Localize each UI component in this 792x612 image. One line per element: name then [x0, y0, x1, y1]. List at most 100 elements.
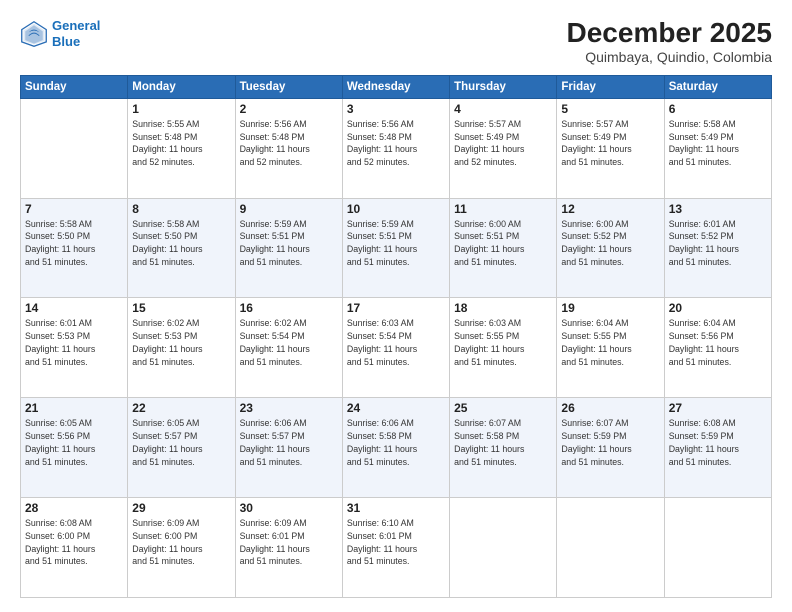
table-cell: 17Sunrise: 6:03 AMSunset: 5:54 PMDayligh… — [342, 298, 449, 398]
day-number: 16 — [240, 301, 338, 315]
cell-info: Sunrise: 6:01 AMSunset: 5:53 PMDaylight:… — [25, 317, 123, 368]
table-cell: 14 Sunrise: 6:01 AMSunset: 5:53 PMDayligh… — [21, 298, 128, 398]
table-cell — [21, 98, 128, 198]
day-number: 31 — [347, 501, 445, 515]
day-number: 8 — [132, 202, 230, 216]
page: General Blue December 2025 Quimbaya, Qui… — [0, 0, 792, 612]
day-number: 5 — [561, 102, 659, 116]
cell-info: Sunrise: 6:03 AMSunset: 5:55 PMDaylight:… — [454, 317, 552, 368]
col-monday: Monday — [128, 75, 235, 98]
cell-info: Sunrise: 5:55 AMSunset: 5:48 PMDaylight:… — [132, 118, 230, 169]
day-number: 20 — [669, 301, 767, 315]
table-cell: 24 Sunrise: 6:06 AMSunset: 5:58 PMDayligh… — [342, 398, 449, 498]
table-cell: 4 Sunrise: 5:57 AMSunset: 5:49 PMDaylight… — [450, 98, 557, 198]
logo-text: General Blue — [52, 18, 100, 49]
col-wednesday: Wednesday — [342, 75, 449, 98]
table-cell — [450, 498, 557, 598]
cell-info: Sunrise: 6:02 AMSunset: 5:53 PMDaylight:… — [132, 317, 230, 368]
day-number: 24 — [347, 401, 445, 415]
cell-info: Sunrise: 6:10 AMSunset: 6:01 PMDaylight:… — [347, 517, 445, 568]
table-cell: 6Sunrise: 5:58 AMSunset: 5:49 PMDaylight… — [664, 98, 771, 198]
table-cell: 31 Sunrise: 6:10 AMSunset: 6:01 PMDayligh… — [342, 498, 449, 598]
cell-info: Sunrise: 6:00 AMSunset: 5:51 PMDaylight:… — [454, 218, 552, 269]
day-number: 14 — [25, 301, 123, 315]
col-thursday: Thursday — [450, 75, 557, 98]
day-number: 28 — [25, 501, 123, 515]
day-number: 18 — [454, 301, 552, 315]
day-number: 19 — [561, 301, 659, 315]
table-cell: 30 Sunrise: 6:09 AMSunset: 6:01 PMDayligh… — [235, 498, 342, 598]
calendar-week-row: 14 Sunrise: 6:01 AMSunset: 5:53 PMDayligh… — [21, 298, 772, 398]
table-cell: 27 Sunrise: 6:08 AMSunset: 5:59 PMDayligh… — [664, 398, 771, 498]
day-number: 23 — [240, 401, 338, 415]
table-cell: 5Sunrise: 5:57 AMSunset: 5:49 PMDaylight… — [557, 98, 664, 198]
table-cell — [557, 498, 664, 598]
cell-info: Sunrise: 6:07 AMSunset: 5:59 PMDaylight:… — [561, 417, 659, 468]
cell-info: Sunrise: 6:01 AMSunset: 5:52 PMDaylight:… — [669, 218, 767, 269]
day-number: 3 — [347, 102, 445, 116]
day-number: 29 — [132, 501, 230, 515]
table-cell: 18 Sunrise: 6:03 AMSunset: 5:55 PMDayligh… — [450, 298, 557, 398]
table-cell: 21 Sunrise: 6:05 AMSunset: 5:56 PMDayligh… — [21, 398, 128, 498]
logo: General Blue — [20, 18, 100, 49]
table-cell: 16 Sunrise: 6:02 AMSunset: 5:54 PMDayligh… — [235, 298, 342, 398]
calendar-week-row: 7 Sunrise: 5:58 AMSunset: 5:50 PMDaylight… — [21, 198, 772, 298]
day-number: 7 — [25, 202, 123, 216]
day-number: 10 — [347, 202, 445, 216]
cell-info: Sunrise: 5:56 AMSunset: 5:48 PMDaylight:… — [240, 118, 338, 169]
location-subtitle: Quimbaya, Quindio, Colombia — [567, 49, 772, 65]
table-cell — [664, 498, 771, 598]
col-sunday: Sunday — [21, 75, 128, 98]
day-number: 2 — [240, 102, 338, 116]
cell-info: Sunrise: 6:09 AMSunset: 6:00 PMDaylight:… — [132, 517, 230, 568]
cell-info: Sunrise: 5:57 AMSunset: 5:49 PMDaylight:… — [454, 118, 552, 169]
col-friday: Friday — [557, 75, 664, 98]
table-cell: 11Sunrise: 6:00 AMSunset: 5:51 PMDayligh… — [450, 198, 557, 298]
table-cell: 2 Sunrise: 5:56 AMSunset: 5:48 PMDaylight… — [235, 98, 342, 198]
cell-info: Sunrise: 6:02 AMSunset: 5:54 PMDaylight:… — [240, 317, 338, 368]
cell-info: Sunrise: 6:05 AMSunset: 5:57 PMDaylight:… — [132, 417, 230, 468]
day-number: 30 — [240, 501, 338, 515]
table-cell: 3Sunrise: 5:56 AMSunset: 5:48 PMDaylight… — [342, 98, 449, 198]
cell-info: Sunrise: 5:59 AMSunset: 5:51 PMDaylight:… — [240, 218, 338, 269]
table-cell: 22Sunrise: 6:05 AMSunset: 5:57 PMDayligh… — [128, 398, 235, 498]
table-cell: 29 Sunrise: 6:09 AMSunset: 6:00 PMDayligh… — [128, 498, 235, 598]
cell-info: Sunrise: 6:06 AMSunset: 5:58 PMDaylight:… — [347, 417, 445, 468]
table-cell: 28Sunrise: 6:08 AMSunset: 6:00 PMDayligh… — [21, 498, 128, 598]
cell-info: Sunrise: 6:04 AMSunset: 5:56 PMDaylight:… — [669, 317, 767, 368]
day-number: 6 — [669, 102, 767, 116]
header: General Blue December 2025 Quimbaya, Qui… — [20, 18, 772, 65]
cell-info: Sunrise: 6:00 AMSunset: 5:52 PMDaylight:… — [561, 218, 659, 269]
cell-info: Sunrise: 5:58 AMSunset: 5:50 PMDaylight:… — [132, 218, 230, 269]
cell-info: Sunrise: 6:06 AMSunset: 5:57 PMDaylight:… — [240, 417, 338, 468]
day-number: 13 — [669, 202, 767, 216]
table-cell: 7Sunrise: 5:58 AMSunset: 5:50 PMDaylight… — [21, 198, 128, 298]
table-cell: 15Sunrise: 6:02 AMSunset: 5:53 PMDayligh… — [128, 298, 235, 398]
col-saturday: Saturday — [664, 75, 771, 98]
table-cell: 20 Sunrise: 6:04 AMSunset: 5:56 PMDayligh… — [664, 298, 771, 398]
cell-info: Sunrise: 6:03 AMSunset: 5:54 PMDaylight:… — [347, 317, 445, 368]
logo-icon — [20, 20, 48, 48]
day-number: 25 — [454, 401, 552, 415]
cell-info: Sunrise: 6:08 AMSunset: 5:59 PMDaylight:… — [669, 417, 767, 468]
day-number: 1 — [132, 102, 230, 116]
table-cell: 1 Sunrise: 5:55 AMSunset: 5:48 PMDaylight… — [128, 98, 235, 198]
table-cell: 10 Sunrise: 5:59 AMSunset: 5:51 PMDayligh… — [342, 198, 449, 298]
day-number: 27 — [669, 401, 767, 415]
table-cell: 25 Sunrise: 6:07 AMSunset: 5:58 PMDayligh… — [450, 398, 557, 498]
calendar-week-row: 28Sunrise: 6:08 AMSunset: 6:00 PMDayligh… — [21, 498, 772, 598]
cell-info: Sunrise: 6:07 AMSunset: 5:58 PMDaylight:… — [454, 417, 552, 468]
cell-info: Sunrise: 6:09 AMSunset: 6:01 PMDaylight:… — [240, 517, 338, 568]
day-number: 4 — [454, 102, 552, 116]
table-cell: 13 Sunrise: 6:01 AMSunset: 5:52 PMDayligh… — [664, 198, 771, 298]
table-cell: 26Sunrise: 6:07 AMSunset: 5:59 PMDayligh… — [557, 398, 664, 498]
cell-info: Sunrise: 6:04 AMSunset: 5:55 PMDaylight:… — [561, 317, 659, 368]
cell-info: Sunrise: 6:05 AMSunset: 5:56 PMDaylight:… — [25, 417, 123, 468]
table-cell: 19 Sunrise: 6:04 AMSunset: 5:55 PMDayligh… — [557, 298, 664, 398]
day-number: 21 — [25, 401, 123, 415]
calendar-week-row: 21 Sunrise: 6:05 AMSunset: 5:56 PMDayligh… — [21, 398, 772, 498]
calendar-header-row: Sunday Monday Tuesday Wednesday Thursday… — [21, 75, 772, 98]
cell-info: Sunrise: 5:59 AMSunset: 5:51 PMDaylight:… — [347, 218, 445, 269]
table-cell: 8 Sunrise: 5:58 AMSunset: 5:50 PMDaylight… — [128, 198, 235, 298]
month-title: December 2025 — [567, 18, 772, 49]
